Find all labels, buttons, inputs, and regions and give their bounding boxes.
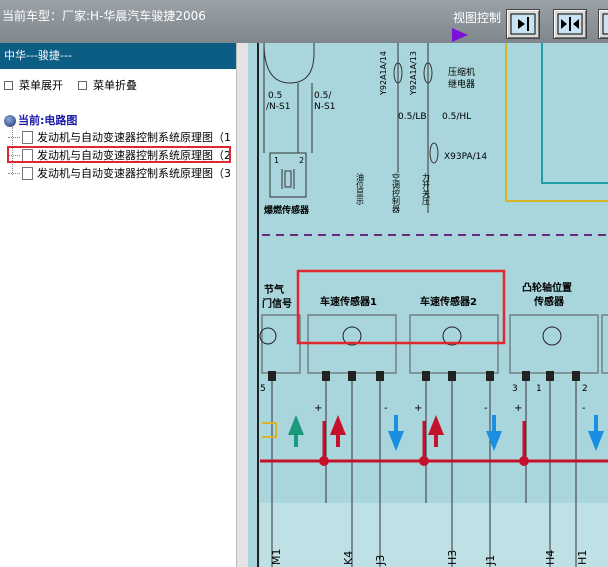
polarity-sign: + bbox=[314, 403, 322, 414]
current-vehicle-label: 当前车型：厂家:H-华晨汽车骏捷2006 bbox=[2, 9, 206, 23]
wire-label: 0.5 bbox=[268, 91, 282, 101]
panel-right-icon bbox=[510, 13, 536, 35]
vertical-label: 空调控制器 bbox=[392, 172, 401, 214]
vertical-label: 力开关压 bbox=[422, 172, 431, 206]
document-icon bbox=[22, 130, 33, 144]
menu-collapse-label: 菜单折叠 bbox=[93, 79, 137, 92]
wire-label: N-S1 bbox=[314, 102, 335, 112]
cam-sensor-label: 传感器 bbox=[533, 295, 565, 308]
transistor-symbol bbox=[542, 326, 562, 346]
wire-label: 0.5/HL bbox=[442, 112, 471, 122]
pin-number: 2 bbox=[299, 156, 304, 165]
knock-sensor-label: 爆燃传感器 bbox=[264, 204, 310, 216]
panel-center-icon bbox=[557, 13, 583, 35]
pane-splitter[interactable] bbox=[236, 43, 248, 567]
connector-label: K4 bbox=[342, 551, 355, 565]
pin-number: 3 bbox=[512, 384, 518, 394]
border-line bbox=[541, 43, 608, 184]
menu-expand-button[interactable]: 菜单展开 bbox=[4, 77, 63, 93]
document-icon bbox=[22, 166, 33, 180]
tree-branch-line bbox=[8, 154, 20, 156]
vertical-label: 油位显示 bbox=[356, 172, 365, 205]
polarity-sign: + bbox=[414, 403, 422, 414]
collapse-icon bbox=[78, 80, 87, 90]
throttle-label: 节气 bbox=[264, 283, 284, 296]
connector-label: M1 bbox=[270, 549, 283, 566]
tree-branch-line bbox=[8, 172, 20, 174]
pin-number: 1 bbox=[274, 156, 279, 165]
connector-label: J3 bbox=[374, 555, 387, 566]
sidebar: 中华---骏捷--- 菜单展开 菜单折叠 当前:电路图 发动机与自动变速器控制系… bbox=[0, 43, 236, 567]
wire-label: /N-S1 bbox=[266, 102, 290, 112]
connector-label: H3 bbox=[446, 550, 459, 565]
tree-item-selected[interactable]: 发动机与自动变速器控制系统原理图（2 bbox=[8, 147, 234, 165]
sensor-box-edge bbox=[601, 314, 608, 374]
view-control-label: 视图控制 bbox=[453, 11, 502, 25]
throttle-label: 门信号 bbox=[262, 297, 292, 310]
junction-dot bbox=[419, 456, 429, 466]
view-right-button[interactable] bbox=[506, 9, 540, 39]
relay-code: Y92A1A/14 bbox=[379, 51, 388, 96]
speed-sensor-1-label: 车速传感器1 bbox=[320, 295, 377, 308]
expand-icon bbox=[4, 80, 13, 90]
polarity-sign: - bbox=[484, 403, 488, 414]
wire-label: X93PA/14 bbox=[444, 152, 487, 162]
tree-item-label: 发动机与自动变速器控制系统原理图（1 bbox=[37, 131, 231, 144]
relay-code: Y92A1A/13 bbox=[409, 51, 418, 96]
junction-dot bbox=[319, 456, 329, 466]
connector-label: H4 bbox=[544, 550, 557, 565]
relay-name: 继电器 bbox=[448, 78, 475, 90]
connector-label: J1 bbox=[484, 555, 497, 566]
document-icon bbox=[22, 148, 33, 162]
panel-left-icon bbox=[602, 13, 608, 35]
sensor-symbol bbox=[284, 170, 292, 188]
pin-number: 1 bbox=[536, 384, 542, 394]
arrow-up-green-icon bbox=[288, 415, 304, 447]
wire-label: 0.5/LB bbox=[398, 112, 427, 122]
arrow-down-blue-icon bbox=[486, 415, 502, 451]
fuse-symbol bbox=[429, 142, 439, 164]
connector-label: H1 bbox=[576, 550, 589, 565]
polarity-sign: - bbox=[582, 403, 586, 414]
arrow-down-blue-icon bbox=[388, 415, 404, 451]
tree-root[interactable]: 当前:电路图 bbox=[4, 112, 77, 128]
pin-number: 5 bbox=[260, 384, 266, 394]
tree-branch-line bbox=[8, 136, 20, 138]
tree-root-label: 当前:电路图 bbox=[18, 114, 78, 127]
globe-icon bbox=[4, 115, 16, 127]
tree-item-label: 发动机与自动变速器控制系统原理图（3 bbox=[37, 167, 231, 180]
border-line bbox=[505, 43, 608, 202]
diagram-canvas: 0.5 /N-S1 0.5/ N-S1 1 2 爆燃传感器 Y92A1A/14 … bbox=[257, 43, 608, 567]
menu-collapse-button[interactable]: 菜单折叠 bbox=[78, 77, 137, 93]
yellow-wire bbox=[262, 422, 277, 438]
view-center-button[interactable] bbox=[553, 9, 587, 39]
wire-arc bbox=[263, 43, 315, 84]
junction-dot bbox=[519, 456, 529, 466]
cam-sensor-box bbox=[509, 314, 599, 374]
sidebar-title: 中华---骏捷--- bbox=[0, 43, 236, 69]
pin-number: 2 bbox=[582, 384, 588, 394]
wire-label: 0.5/ bbox=[314, 91, 332, 101]
tree-item-label: 发动机与自动变速器控制系统原理图（2 bbox=[37, 149, 231, 162]
polarity-sign: - bbox=[384, 403, 388, 414]
cam-sensor-label: 凸轮轴位置 bbox=[522, 281, 572, 294]
arrow-up-red-icon bbox=[428, 415, 444, 447]
polarity-sign: + bbox=[514, 403, 522, 414]
wiring-diagram[interactable]: 0.5 /N-S1 0.5/ N-S1 1 2 爆燃传感器 Y92A1A/14 … bbox=[248, 43, 608, 567]
speed-sensor-2-label: 车速传感器2 bbox=[420, 295, 477, 308]
play-icon[interactable] bbox=[452, 28, 468, 42]
view-left-button[interactable] bbox=[598, 9, 608, 39]
tree-item[interactable]: 发动机与自动变速器控制系统原理图（3 bbox=[8, 165, 234, 183]
menu-expand-label: 菜单展开 bbox=[19, 79, 63, 92]
top-toolbar: 当前车型：厂家:H-华晨汽车骏捷2006 视图控制 bbox=[0, 0, 608, 43]
relay-name: 压缩机 bbox=[448, 66, 475, 78]
arrow-down-blue-icon bbox=[588, 415, 604, 451]
arrow-up-red-icon bbox=[330, 415, 346, 447]
tree-item[interactable]: 发动机与自动变速器控制系统原理图（1 bbox=[8, 129, 234, 147]
